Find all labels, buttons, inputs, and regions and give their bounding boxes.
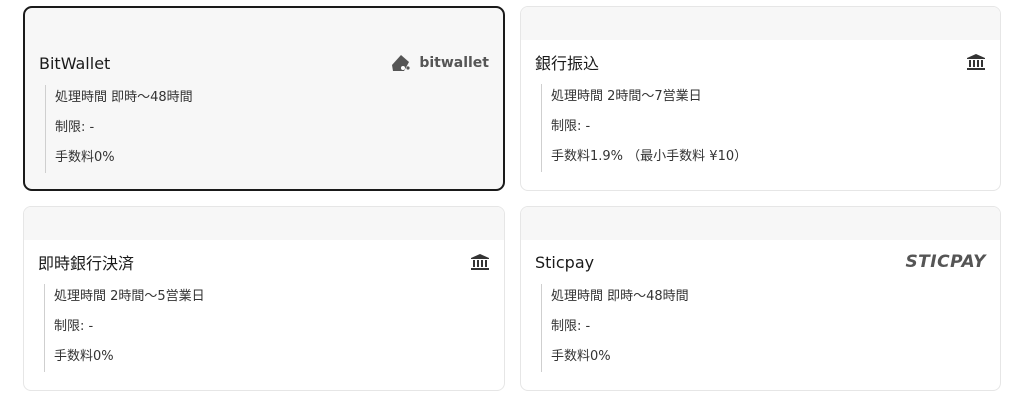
bank-icon (470, 253, 490, 271)
processing-time: 処理時間 2時間〜7営業日 (551, 89, 702, 104)
card-title: 銀行振込 (535, 54, 600, 73)
card-details: 処理時間 即時〜48時間 制限: - 手数料0% (45, 85, 503, 173)
processing-time: 処理時間 2時間〜5営業日 (54, 289, 205, 304)
card-title: BitWallet (39, 53, 111, 73)
fee-text: 手数料0% (55, 150, 115, 165)
limit-text: 制限: - (54, 319, 94, 334)
card-details: 処理時間 即時〜48時間 制限: - 手数料0% (541, 284, 1000, 372)
card-header-band (25, 8, 503, 41)
card-details: 処理時間 2時間〜5営業日 制限: - 手数料0% (44, 284, 504, 372)
bitwallet-brand-text: bitwallet (419, 55, 489, 71)
fee-text: 手数料0% (54, 349, 114, 364)
processing-time: 処理時間 即時〜48時間 (55, 90, 193, 105)
processing-time: 処理時間 即時〜48時間 (551, 289, 689, 304)
payment-method-card-sticpay[interactable]: Sticpay STICPAY 処理時間 即時〜48時間 制限: - 手数料0% (520, 206, 1001, 391)
limit-text: 制限: - (551, 319, 591, 334)
card-title: 即時銀行決済 (38, 254, 135, 273)
fee-text: 手数料1.9% （最小手数料 ¥10） (551, 149, 748, 164)
limit-text: 制限: - (55, 120, 95, 135)
card-title: Sticpay (535, 252, 595, 272)
card-title-row: 即時銀行決済 (24, 240, 504, 284)
card-title-row: Sticpay STICPAY (521, 240, 1000, 284)
card-header-band (24, 207, 504, 240)
payment-method-card-instant-bank[interactable]: 即時銀行決済 処理時間 2時間〜5営業日 制限: - 手数料0% (23, 206, 505, 391)
card-header-band (521, 207, 1000, 240)
card-header-band (521, 7, 1000, 40)
payment-method-grid: BitWallet bitwallet 処理時間 即時〜48時間 制限: - 手… (0, 0, 1012, 401)
payment-method-card-bank-transfer[interactable]: 銀行振込 処理時間 2時間〜7営業日 制限: - 手数料1.9% （最小手数料 … (520, 6, 1001, 191)
card-title-row: BitWallet bitwallet (25, 41, 503, 85)
bank-icon (966, 53, 986, 71)
bitwallet-logo-icon: bitwallet (389, 53, 489, 73)
fee-text: 手数料0% (551, 349, 611, 364)
payment-method-card-bitwallet[interactable]: BitWallet bitwallet 処理時間 即時〜48時間 制限: - 手… (23, 6, 505, 191)
limit-text: 制限: - (551, 119, 591, 134)
card-title-row: 銀行振込 (521, 40, 1000, 84)
card-details: 処理時間 2時間〜7営業日 制限: - 手数料1.9% （最小手数料 ¥10） (541, 84, 1000, 172)
sticpay-logo-icon: STICPAY (905, 252, 986, 272)
